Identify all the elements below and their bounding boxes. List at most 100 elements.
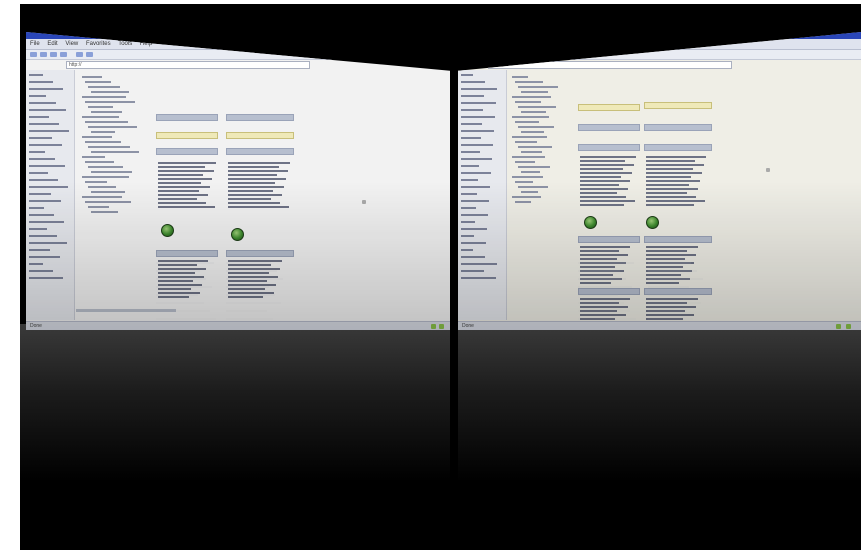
card-text-line <box>646 160 695 162</box>
tree-node <box>91 131 115 133</box>
tree-node <box>85 81 111 83</box>
menu-item[interactable]: Edit <box>47 41 57 47</box>
tree-node <box>88 126 137 128</box>
tree-node <box>521 151 542 153</box>
tree-node <box>512 96 551 98</box>
card-header <box>156 148 218 155</box>
menu-item[interactable]: Favorites <box>518 41 543 47</box>
tree-node <box>518 106 556 108</box>
home-button-icon[interactable] <box>60 52 67 57</box>
tree-node <box>518 146 552 148</box>
refresh-button-icon[interactable] <box>50 52 57 57</box>
sidebar-link <box>461 130 494 132</box>
tree-node <box>82 156 105 158</box>
card-header <box>578 124 640 131</box>
refresh-button-icon[interactable] <box>482 52 489 57</box>
card-header-highlight <box>644 102 712 109</box>
card-header-highlight <box>226 132 294 139</box>
card-header <box>644 124 712 131</box>
tree-node <box>91 171 132 173</box>
favorites-button-icon[interactable] <box>86 52 93 57</box>
menu-bar[interactable]: File Edit View Favorites Tools Help <box>26 39 450 50</box>
menu-item[interactable]: View <box>65 41 78 47</box>
sidebar-link <box>461 95 484 97</box>
address-bar[interactable]: http:// <box>66 61 310 69</box>
tree-node <box>91 151 139 153</box>
card-header <box>226 114 294 121</box>
sidebar-link <box>29 95 46 97</box>
card-text-line <box>646 168 693 170</box>
menu-item[interactable]: Tools <box>550 41 564 47</box>
menu-item[interactable]: View <box>497 41 510 47</box>
sidebar-link <box>461 109 483 111</box>
sidebar-link <box>29 116 49 118</box>
card-text-line <box>158 162 216 164</box>
window-titlebar[interactable] <box>458 32 861 39</box>
menu-item[interactable]: Edit <box>479 41 489 47</box>
sidebar-link <box>461 151 480 153</box>
browser-toolbar <box>26 50 450 60</box>
sidebar-link <box>29 172 48 174</box>
home-button-icon[interactable] <box>492 52 499 57</box>
card-header-highlight <box>156 132 218 139</box>
card-text-line <box>646 176 691 178</box>
tree-node <box>515 101 541 103</box>
back-button-icon[interactable] <box>30 52 37 57</box>
address-bar[interactable]: http:// <box>488 61 732 69</box>
desktop-backdrop: File Edit View Favorites Tools Help http… <box>20 4 861 550</box>
tree-node <box>85 121 128 123</box>
tree-node <box>82 136 112 138</box>
forward-button-icon[interactable] <box>472 52 479 57</box>
tree-node <box>521 131 544 133</box>
tree-node <box>82 176 129 178</box>
card-text-line <box>228 170 288 172</box>
tree-node <box>512 116 549 118</box>
card-text-line <box>580 164 634 166</box>
reflection-fade <box>458 180 861 330</box>
tree-node <box>512 136 547 138</box>
back-button-icon[interactable] <box>462 52 469 57</box>
tree-node <box>85 101 135 103</box>
sidebar-link <box>29 144 62 146</box>
card-header <box>226 148 294 155</box>
window-titlebar[interactable] <box>26 32 450 39</box>
menu-bar[interactable]: File Edit View Favorites Tools Help <box>458 39 861 50</box>
menu-item[interactable]: Help <box>140 41 152 47</box>
tree-node <box>91 111 122 113</box>
menu-item[interactable]: Favorites <box>86 41 111 47</box>
card-text-line <box>158 170 214 172</box>
card-text-line <box>646 156 706 158</box>
sidebar-link <box>29 74 43 76</box>
tree-node <box>82 96 126 98</box>
card-header-highlight <box>578 104 640 111</box>
card-text-line <box>646 172 702 174</box>
tree-node <box>82 76 102 78</box>
search-button-icon[interactable] <box>76 52 83 57</box>
reflective-floor <box>20 324 861 550</box>
tree-node <box>521 91 548 93</box>
sidebar-link <box>461 116 495 118</box>
tree-node <box>85 161 114 163</box>
sidebar-link <box>461 81 485 83</box>
menu-item[interactable]: Help <box>572 41 584 47</box>
card-text-line <box>580 160 625 162</box>
menu-item[interactable]: File <box>462 41 472 47</box>
sidebar-link <box>29 102 56 104</box>
tree-node <box>91 91 129 93</box>
sidebar-link <box>461 88 497 90</box>
sidebar-link <box>461 158 492 160</box>
sidebar-link <box>29 165 65 167</box>
forward-button-icon[interactable] <box>40 52 47 57</box>
mouse-cursor-icon <box>766 168 770 172</box>
card-header <box>644 144 712 151</box>
tree-node <box>515 121 539 123</box>
card-text-line <box>580 176 621 178</box>
tree-node <box>512 156 545 158</box>
sidebar-link <box>461 165 479 167</box>
window-reflection-right <box>458 180 861 330</box>
tree-node <box>512 176 543 178</box>
tree-node <box>521 111 546 113</box>
tree-node <box>88 146 130 148</box>
menu-item[interactable]: Tools <box>118 41 132 47</box>
menu-item[interactable]: File <box>30 41 40 47</box>
